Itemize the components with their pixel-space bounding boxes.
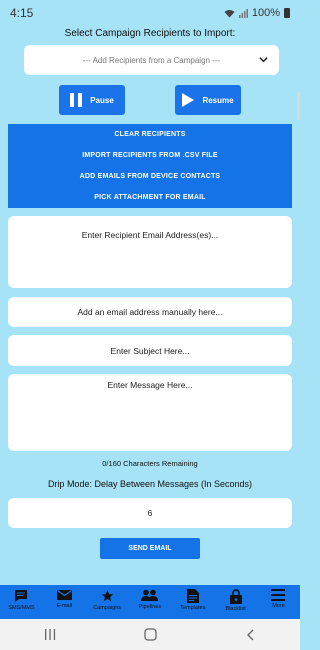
nav-blacklist-label: Blacklist: [225, 606, 246, 612]
nav-campaigns[interactable]: Campaigns: [89, 585, 125, 611]
system-nav-bar: [0, 619, 300, 650]
sms-icon: [15, 590, 28, 602]
drip-mode-label: Drip Mode: Delay Between Messages (In Se…: [47, 479, 253, 489]
send-email-button[interactable]: SEND EMAIL: [100, 538, 200, 559]
resume-button[interactable]: Resume: [175, 85, 241, 115]
campaign-select[interactable]: --- Add Recipients from a Campaign ---: [24, 45, 279, 75]
pause-button[interactable]: Pause: [59, 85, 125, 115]
message-input[interactable]: Enter Message Here...: [8, 374, 292, 451]
play-icon: [182, 93, 195, 107]
chevron-down-icon: [259, 57, 268, 63]
battery-icon: [284, 8, 290, 18]
nav-email[interactable]: E-mail: [46, 585, 82, 609]
nav-pipelines-label: Pipelines: [138, 604, 162, 610]
menu-icon: [271, 589, 286, 601]
people-icon: [141, 589, 159, 601]
import-heading: Select Campaign Recipients to Import:: [64, 28, 236, 39]
nav-templates[interactable]: Templates: [175, 585, 211, 611]
nav-more-label: More: [272, 603, 285, 609]
clear-recipients-button[interactable]: CLEAR RECIPIENTS: [8, 124, 292, 145]
resume-label: Resume: [202, 95, 234, 105]
status-icons: 100%: [224, 7, 290, 19]
nav-email-label: E-mail: [56, 603, 73, 609]
nav-blacklist[interactable]: Blacklist: [218, 585, 254, 612]
recent-apps-icon[interactable]: [44, 629, 56, 640]
pick-attachment-button[interactable]: PICK ATTACHMENT FOR EMAIL: [8, 187, 292, 208]
pause-label: Pause: [90, 95, 114, 105]
campaign-select-value: --- Add Recipients from a Campaign ---: [82, 55, 221, 65]
scroll-indicator: [297, 92, 300, 120]
nav-campaigns-label: Campaigns: [93, 605, 122, 611]
status-bar: 4:15 100%: [0, 0, 300, 26]
lock-icon: [229, 589, 242, 604]
wifi-icon: [224, 9, 235, 17]
document-icon: [186, 589, 199, 603]
battery-percent: 100%: [251, 7, 280, 19]
add-device-contacts-button[interactable]: ADD EMAILS FROM DEVICE CONTACTS: [8, 166, 292, 187]
signal-icon: [238, 8, 248, 18]
subject-input[interactable]: Enter Subject Here...: [8, 335, 292, 366]
recipients-input[interactable]: Enter Recipient Email Address(es)...: [8, 216, 292, 288]
char-counter: 0/160 Characters Remaining: [102, 459, 198, 468]
drip-delay-input[interactable]: 6: [8, 498, 292, 528]
nav-pipelines[interactable]: Pipelines: [132, 585, 168, 610]
bottom-nav: SMS/MMS E-mail Campaigns Pipelines Templ…: [0, 585, 300, 619]
clock: 4:15: [10, 6, 34, 20]
home-icon[interactable]: [144, 628, 158, 641]
nav-more[interactable]: More: [260, 585, 296, 609]
pause-icon: [70, 93, 83, 107]
manual-email-input[interactable]: Add an email address manually here...: [8, 297, 292, 327]
star-icon: [101, 590, 113, 602]
back-icon[interactable]: [246, 629, 256, 641]
nav-templates-label: Templates: [180, 605, 206, 611]
email-icon: [56, 590, 72, 600]
nav-sms-label: SMS/MMS: [8, 605, 35, 611]
import-csv-button[interactable]: IMPORT RECIPIENTS FROM .CSV FILE: [8, 145, 292, 166]
nav-sms[interactable]: SMS/MMS: [3, 585, 39, 611]
